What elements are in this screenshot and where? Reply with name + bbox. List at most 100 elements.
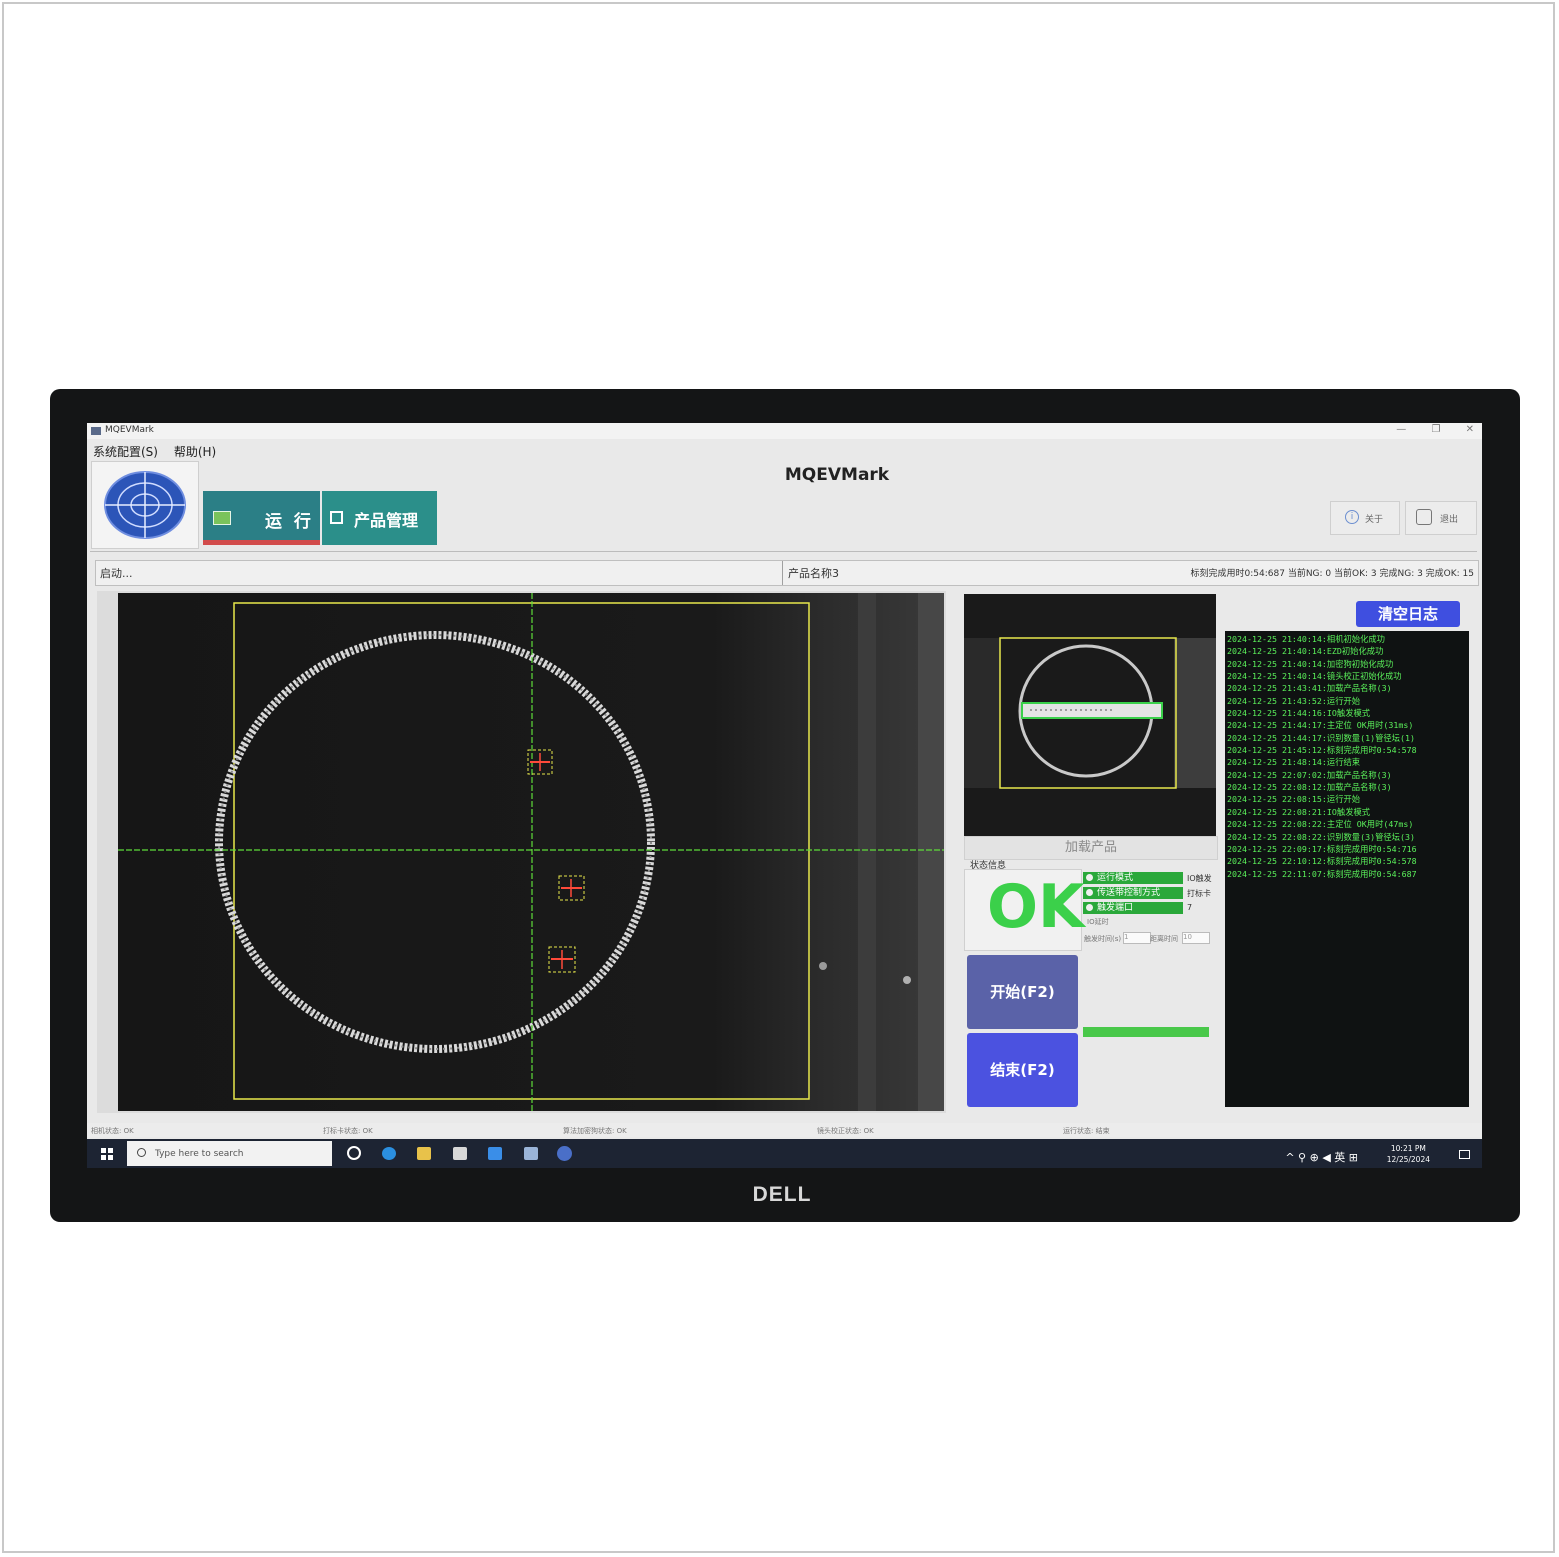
product-name: 产品名称3 [788, 567, 839, 580]
windows-taskbar: Type here to search ^ ⚲ ⊕ ◀ 英 ⊞ 10:21 PM… [87, 1139, 1482, 1168]
distance-input[interactable]: 10 [1182, 932, 1210, 944]
log-line: 2024-12-25 21:40:14:相机初始化成功 [1227, 634, 1385, 644]
log-line: 2024-12-25 21:48:14:运行结束 [1227, 757, 1361, 768]
log-line: 2024-12-25 22:09:17:标刻完成用时0:54:716 [1227, 843, 1417, 854]
mail-icon[interactable] [488, 1147, 502, 1160]
end-button[interactable]: 结束(F2) [967, 1033, 1078, 1107]
minimize-button[interactable]: — [1396, 424, 1406, 435]
camera-status: 相机状态: OK [91, 1127, 134, 1135]
tab-product-management[interactable]: 产品管理 [322, 491, 437, 545]
delay-input[interactable]: 1 [1123, 932, 1151, 944]
menu-system-config[interactable]: 系统配置(S) [93, 445, 158, 459]
header-divider [90, 551, 1477, 552]
save-icon [330, 511, 343, 524]
taskbar-search[interactable]: Type here to search [127, 1141, 332, 1166]
log-line: 2024-12-25 22:07:02:加载产品名称(3) [1227, 769, 1392, 780]
config-run-mode: 运行模式 [1083, 872, 1183, 884]
config-value: IO触发 [1187, 874, 1212, 883]
camera-view[interactable] [97, 591, 946, 1113]
log-line: 2024-12-25 22:11:07:标刻完成用时0:54:687 [1227, 868, 1417, 879]
config-conveyor: 传送带控制方式 [1083, 887, 1183, 899]
config-label: 传送带控制方式 [1097, 888, 1161, 898]
target-logo-icon [104, 471, 186, 539]
window-title: MQEVMark [105, 425, 154, 435]
config-trigger-port: 触发端口 [1083, 902, 1183, 914]
tray-date: 12/25/2024 [1386, 1155, 1430, 1164]
windows-start-icon[interactable] [101, 1148, 113, 1160]
camera-image [118, 593, 944, 1111]
load-product-button[interactable]: 加载产品 [964, 836, 1218, 860]
delay-label: 触发时间(s) [1084, 935, 1122, 943]
exit-label: 退出 [1440, 515, 1459, 525]
info-icon: i [1345, 510, 1359, 524]
run-progress-fill [1083, 1027, 1209, 1037]
task-view-icon[interactable] [347, 1146, 361, 1160]
app-screen: MQEVMark — ❐ ✕ 系统配置(S) 帮助(H) MQEVMark 运 … [87, 423, 1482, 1168]
store-icon[interactable] [453, 1147, 467, 1160]
log-line: 2024-12-25 21:44:16:IO触发模式 [1227, 708, 1371, 719]
maximize-button[interactable]: ❐ [1431, 424, 1440, 435]
status-strip: 启动... 产品名称3 标刻完成用时0:54:687 当前NG: 0 当前OK:… [95, 560, 1479, 586]
log-line: 2024-12-25 21:43:52:运行开始 [1227, 695, 1361, 706]
status-dot-icon [1086, 874, 1093, 881]
config-label: 运行模式 [1097, 873, 1134, 883]
run-progress-bar [1083, 1027, 1209, 1037]
tray-time: 10:21 PM [1390, 1144, 1426, 1153]
lens-status: 镜头校正状态: OK [817, 1127, 874, 1135]
log-line: 2024-12-25 22:10:12:标刻完成用时0:54:578 [1227, 856, 1417, 867]
exit-button[interactable]: 退出 [1405, 501, 1477, 535]
log-line: 2024-12-25 22:08:22:主定位 OK用时(47ms) [1227, 819, 1414, 830]
search-placeholder: Type here to search [155, 1149, 244, 1159]
menu-bar: 系统配置(S) 帮助(H) [93, 443, 228, 460]
edge-icon[interactable] [382, 1147, 396, 1160]
file-explorer-icon[interactable] [417, 1147, 431, 1160]
tray-clock[interactable]: 10:21 PM 12/25/2024 [1387, 1143, 1430, 1165]
camera-thumbnail[interactable] [964, 594, 1216, 836]
status-dot-icon [1086, 889, 1093, 896]
tab-product-label: 产品管理 [354, 511, 419, 530]
log-line: 2024-12-25 21:40:14:镜头校正初始化成功 [1227, 671, 1402, 682]
tab-run[interactable]: 运 行 [203, 491, 320, 545]
close-button[interactable]: ✕ [1466, 424, 1474, 435]
app-logo [91, 461, 199, 549]
log-line: 2024-12-25 22:08:22:识别数量(3)管径坛(3) [1227, 831, 1415, 842]
notification-icon[interactable] [1459, 1150, 1470, 1159]
run-status: 运行状态: 结束 [1063, 1127, 1110, 1135]
bottom-status-bar: 相机状态: OK 打标卡状态: OK 算法加密狗状态: OK 镜头校正状态: O… [87, 1123, 1482, 1137]
result-panel: OK [964, 869, 1085, 951]
dongle-status: 算法加密狗状态: OK [563, 1127, 627, 1135]
distance-label: 距离时间 [1150, 935, 1178, 943]
log-line: 2024-12-25 21:44:17:主定位 OK用时(31ms) [1227, 720, 1414, 731]
dell-logo: DELL [752, 1183, 812, 1206]
window-controls: — ❐ ✕ [1374, 424, 1474, 435]
active-tab-indicator [203, 540, 320, 545]
log-line: 2024-12-25 21:44:17:识别数量(1)管径坛(1) [1227, 732, 1415, 743]
about-label: 关于 [1365, 515, 1384, 525]
log-line: 2024-12-25 21:40:14:加密狗初始化成功 [1227, 658, 1394, 669]
app-icon [91, 427, 101, 435]
log-line: 2024-12-25 21:40:14:EZD初始化成功 [1227, 646, 1384, 657]
clear-log-button[interactable]: 清空日志 [1356, 601, 1460, 627]
window-titlebar: MQEVMark — ❐ ✕ [87, 423, 1482, 439]
tray-icons[interactable]: ^ ⚲ ⊕ ◀ 英 ⊞ [1285, 1149, 1358, 1165]
marker-card-status: 打标卡状态: OK [323, 1127, 373, 1135]
mark-stats: 标刻完成用时0:54:687 当前NG: 0 当前OK: 3 完成NG: 3 完… [1190, 569, 1474, 579]
config-label: 触发端口 [1097, 903, 1134, 913]
tab-run-label: 运 行 [265, 512, 314, 532]
log-line: 2024-12-25 21:45:12:标刻完成用时0:54:578 [1227, 745, 1417, 756]
camera-icon [213, 511, 231, 525]
log-line: 2024-12-25 22:08:15:运行开始 [1227, 794, 1361, 805]
log-line: 2024-12-25 22:08:21:IO触发模式 [1227, 806, 1371, 817]
menu-help[interactable]: 帮助(H) [174, 445, 216, 459]
result-text: OK [987, 872, 1085, 942]
log-panel[interactable]: 2024-12-25 21:40:14:相机初始化成功 2024-12-25 21… [1225, 631, 1469, 1107]
start-button[interactable]: 开始(F2) [967, 955, 1078, 1029]
app-pinned-icon[interactable] [524, 1147, 538, 1160]
about-button[interactable]: i 关于 [1330, 501, 1400, 535]
exit-icon [1416, 509, 1432, 525]
config-value: 7 [1187, 903, 1193, 912]
app-heading: MQEVMark [784, 465, 890, 485]
io-delay-label: IO延时 [1087, 918, 1109, 926]
log-line: 2024-12-25 22:08:12:加载产品名称(3) [1227, 782, 1392, 793]
mqevmark-taskbar-icon[interactable] [557, 1146, 572, 1161]
